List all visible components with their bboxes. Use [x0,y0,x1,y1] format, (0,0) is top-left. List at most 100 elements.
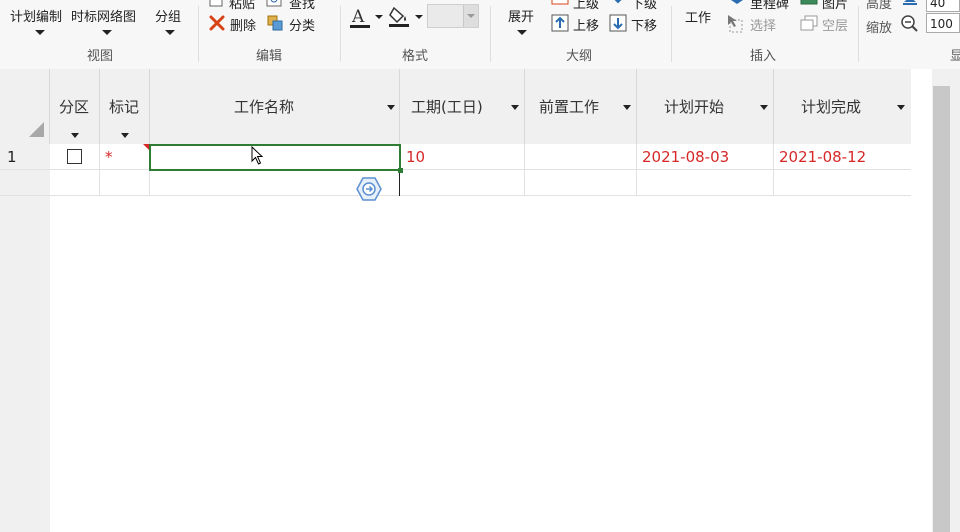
insert-group-label: 插入 [750,49,777,64]
group-by-button[interactable]: 分组 [155,6,181,25]
column-plan-start-dropdown-icon[interactable] [760,105,768,110]
row-number[interactable]: 1 [0,144,50,170]
format-select[interactable] [427,4,479,28]
separator [490,6,491,62]
cell-zone[interactable] [50,144,100,170]
column-header-duration-label: 工期(工日) [411,98,483,116]
milestone-icon[interactable] [728,0,746,6]
picture-icon[interactable] [800,0,818,6]
view-group-label: 视图 [87,49,114,64]
move-up-icon[interactable] [551,14,569,32]
column-header-plan-start-label: 计划开始 [664,98,725,116]
cell-duration[interactable] [400,170,525,196]
empty-layer-button[interactable]: 空层 [822,15,848,34]
cell-task-name-selected[interactable] [149,144,403,173]
find-icon[interactable] [266,0,284,8]
cell-predecessor[interactable] [525,170,637,196]
cell-mark[interactable] [100,170,150,196]
svg-text:A: A [351,7,365,27]
column-header-plan-finish[interactable]: 计划完成 [774,69,911,144]
downgrade-button[interactable]: 下级 [631,0,657,12]
classify-button[interactable]: 分类 [289,15,315,34]
ribbon: 计划编制 时标网络图 分组 视图 粘贴 查找 删除 分类 编辑 A 格式 展开 … [0,0,960,70]
delete-button[interactable]: 删除 [230,15,256,34]
column-header-predecessor[interactable]: 前置工作 [525,69,637,144]
cell-plan-finish[interactable] [774,170,911,196]
column-header-zone-label: 分区 [59,98,90,116]
downgrade-icon[interactable] [610,0,626,6]
column-header-plan-start[interactable]: 计划开始 [637,69,774,144]
height-up-icon[interactable] [901,0,919,6]
cell-plan-finish[interactable]: 2021-08-12 [774,144,911,170]
vertical-scrollbar-thumb[interactable] [933,86,950,532]
timescale-network-dropdown-icon[interactable] [102,30,112,35]
plan-edit-button[interactable]: 计划编制 [10,6,62,25]
row-number[interactable] [0,170,50,196]
column-header-duration[interactable]: 工期(工日) [400,69,525,144]
column-header-predecessor-label: 前置工作 [539,98,600,116]
format-select-arrow[interactable] [463,5,478,27]
timescale-network-button[interactable]: 时标网络图 [71,6,136,25]
height-label: 高度 [866,0,893,12]
column-duration-dropdown-icon[interactable] [511,105,519,110]
font-color-dropdown-icon[interactable] [375,15,383,19]
cell-mark[interactable]: * [100,144,150,170]
cell-duration[interactable]: 10 [400,144,525,170]
fill-color-icon[interactable] [388,4,412,28]
zoom-out-icon[interactable] [900,14,920,34]
cell-zone[interactable] [50,170,100,196]
column-header-mark-label: 标记 [109,98,140,116]
cell-plan-start[interactable]: 2021-08-03 [637,144,774,170]
picture-button[interactable]: 图片 [822,0,848,12]
upgrade-icon[interactable] [551,0,569,6]
column-zone-filter-icon[interactable] [71,133,79,138]
classify-icon[interactable] [267,15,285,33]
move-up-button[interactable]: 上移 [573,15,599,34]
row-number-label: 1 [7,148,17,166]
column-drag-line [399,170,400,196]
cell-predecessor[interactable] [525,144,637,170]
move-down-button[interactable]: 下移 [631,15,657,34]
milestone-button[interactable]: 里程碑 [750,0,789,12]
task-grid: 分区 标记 工作名称 工期(工日) 前置工作 计划开始 计划完成 1 * 10 … [0,69,932,532]
select-button[interactable]: 选择 [750,15,776,34]
work-button[interactable]: 工作 [685,7,711,26]
height-input[interactable]: 40 [926,0,960,12]
fill-handle[interactable] [398,168,403,173]
delete-icon[interactable] [209,15,225,31]
select-all-triangle-icon[interactable] [29,122,45,138]
column-header-mark[interactable]: 标记 [100,69,150,144]
expand-button[interactable]: 展开 [508,6,534,25]
mark-asterisk: * [105,148,113,166]
paste-icon[interactable] [208,0,224,8]
column-header-task-name[interactable]: 工作名称 [150,69,400,144]
column-predecessor-dropdown-icon[interactable] [623,105,631,110]
zone-checkbox[interactable] [67,149,82,164]
mouse-cursor-icon [251,146,264,165]
column-task-name-dropdown-icon[interactable] [387,105,395,110]
select-icon[interactable] [727,14,745,34]
paste-button[interactable]: 粘贴 [229,0,255,12]
zoom-label: 缩放 [866,21,893,36]
column-mark-filter-icon[interactable] [121,133,129,138]
find-button[interactable]: 查找 [289,0,315,12]
expand-dropdown-icon[interactable] [517,30,527,35]
fill-color-dropdown-icon[interactable] [415,15,423,19]
plan-edit-dropdown-icon[interactable] [35,30,45,35]
drag-handle-icon[interactable] [356,177,382,201]
move-down-icon[interactable] [609,14,627,32]
zoom-input[interactable]: 100 [926,13,960,33]
column-plan-finish-dropdown-icon[interactable] [897,105,905,110]
column-header-zone[interactable]: 分区 [50,69,100,144]
empty-layer-icon[interactable] [800,15,818,33]
separator [858,6,859,62]
edit-group-label: 编辑 [256,49,283,64]
group-by-dropdown-icon[interactable] [165,30,175,35]
font-color-icon[interactable]: A [349,5,373,29]
select-all-corner[interactable] [0,69,50,144]
column-header-task-name-label: 工作名称 [234,98,295,116]
upgrade-button[interactable]: 上级 [573,0,599,12]
cell-plan-start[interactable] [637,170,774,196]
separator [340,6,341,62]
separator [671,6,672,62]
